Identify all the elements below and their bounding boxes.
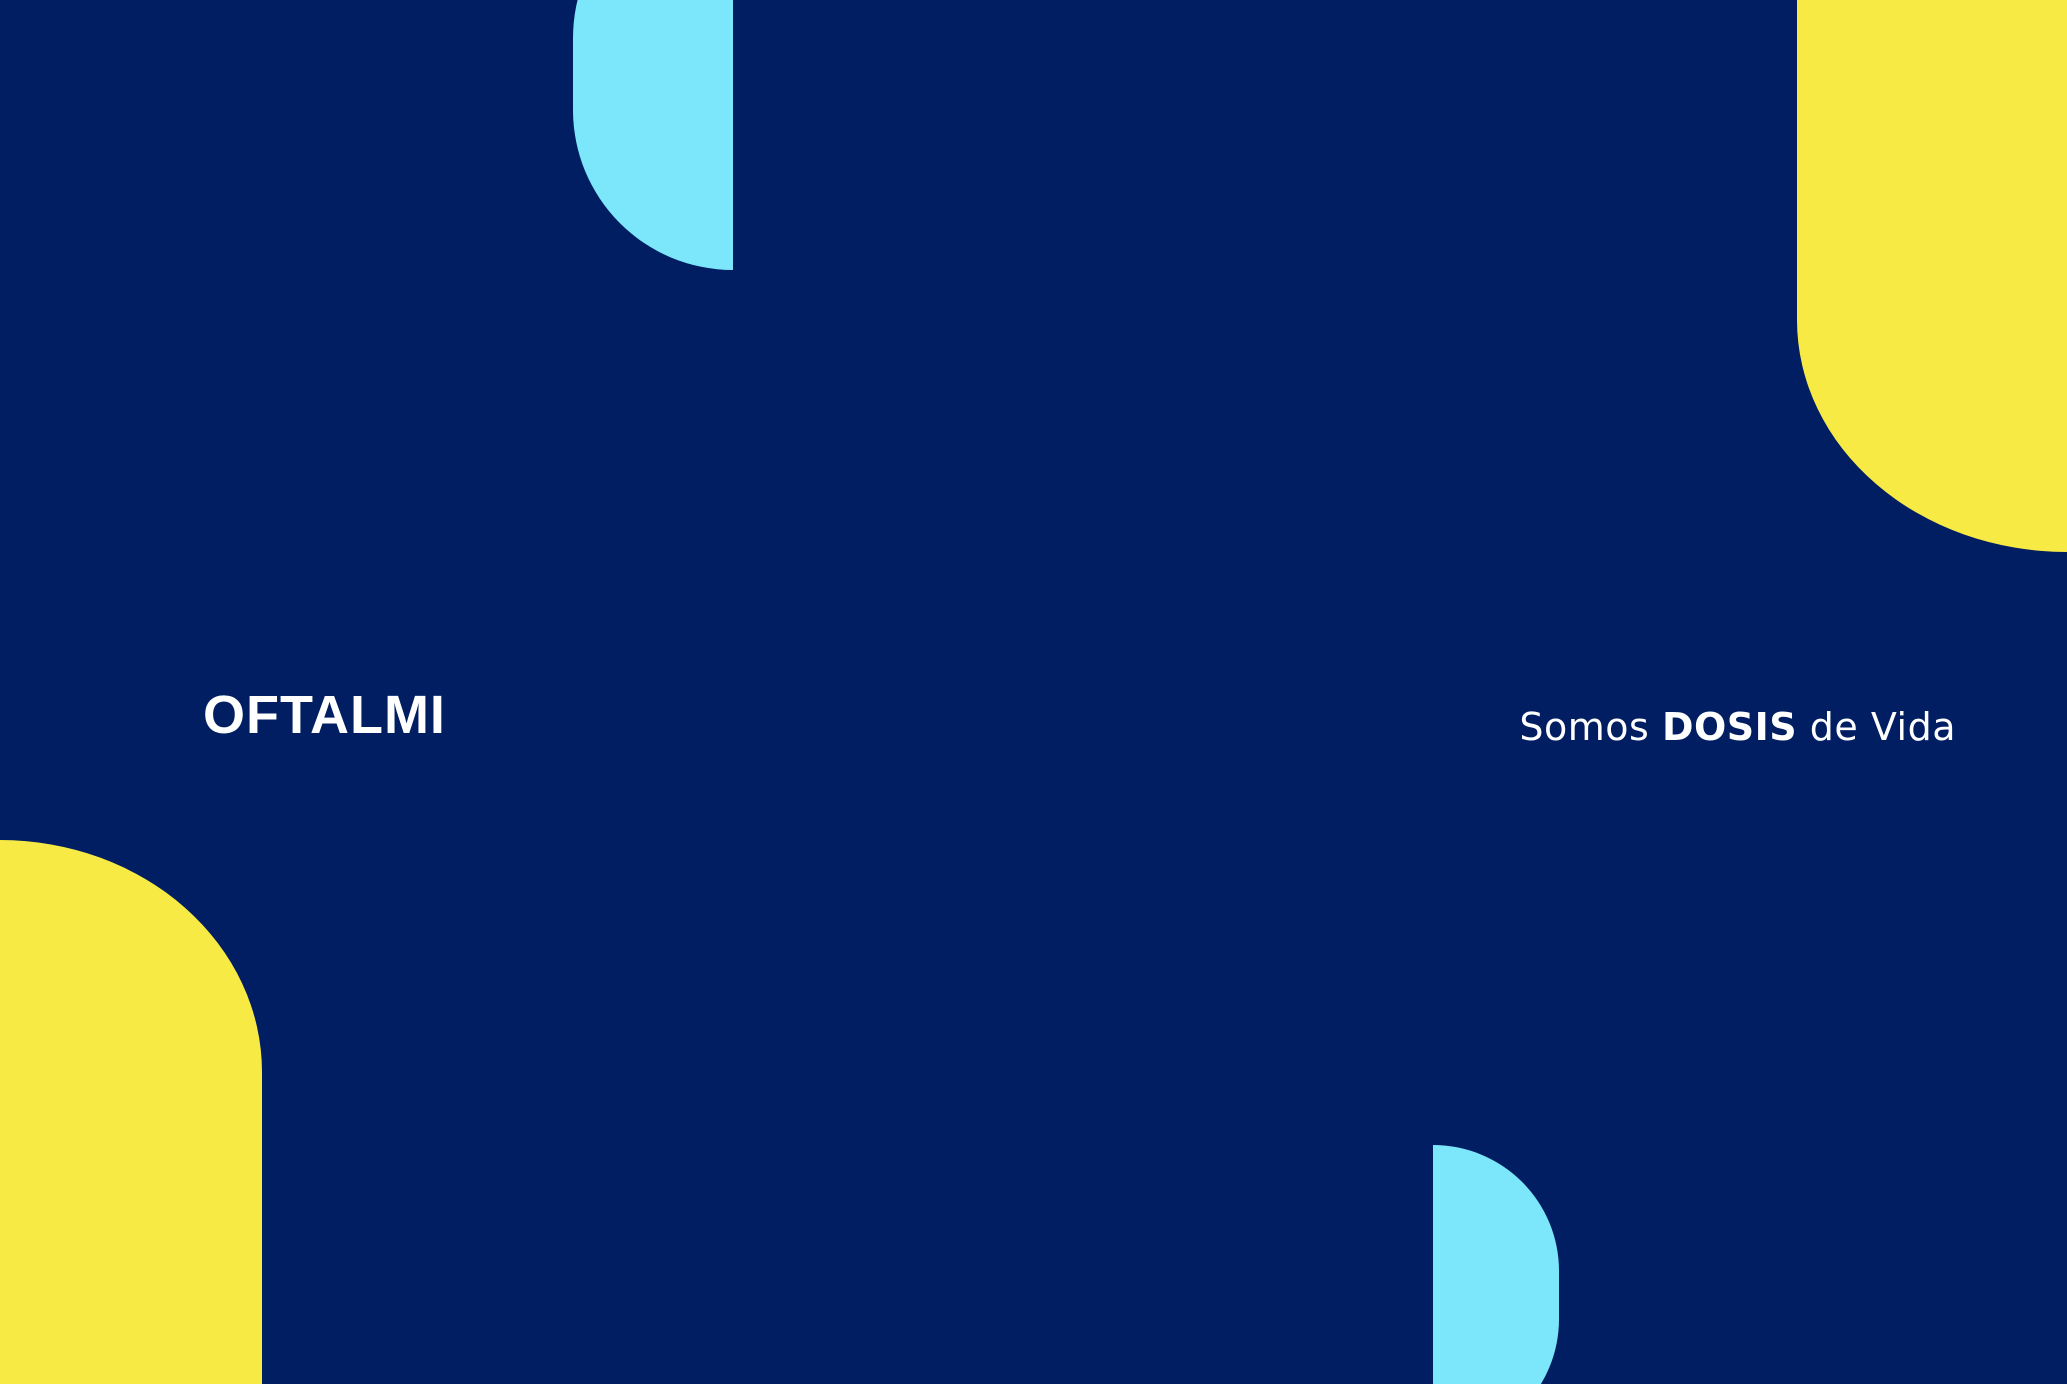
tagline-emphasis: DOSIS xyxy=(1661,705,1798,749)
brand-name: OFTALMI xyxy=(203,685,446,745)
tagline-suffix: de Vida xyxy=(1809,705,1956,749)
slide-canvas: OFTALMI Somos DOSIS de Vida xyxy=(0,0,2067,1384)
tagline: Somos DOSIS de Vida xyxy=(1519,702,1956,752)
yellow-rounded-shape-bottom-left xyxy=(0,840,262,1384)
cyan-half-circle-top xyxy=(573,0,733,270)
yellow-rounded-shape-top-right xyxy=(1797,0,2067,552)
tagline-prefix: Somos xyxy=(1519,705,1650,749)
cyan-half-circle-bottom xyxy=(1433,1145,1559,1384)
